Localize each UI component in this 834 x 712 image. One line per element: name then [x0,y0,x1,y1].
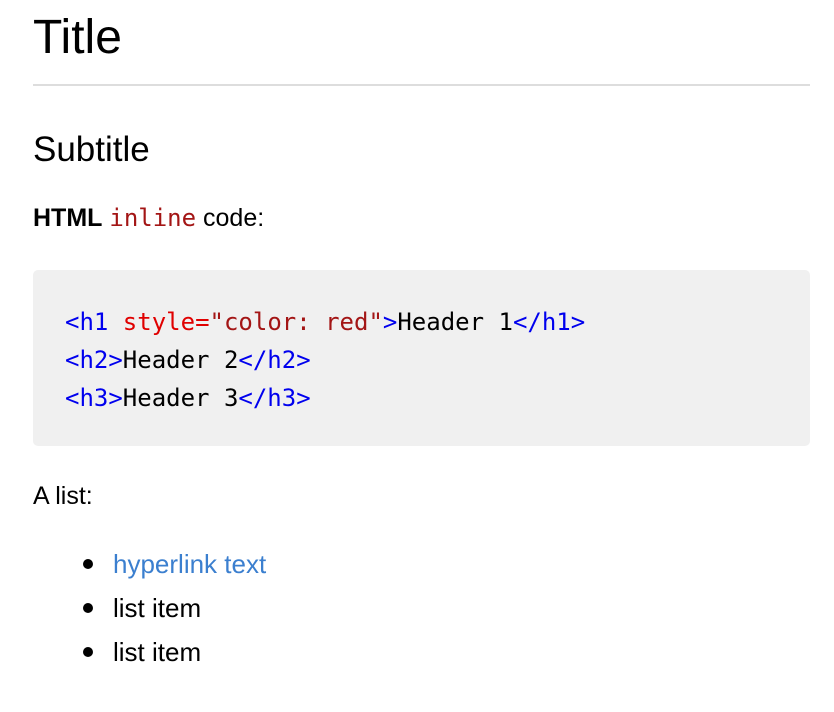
code-line-3: <h3>Header 3</h3> [65,379,778,417]
code-attr-name: style [108,308,196,336]
document: Title Subtitle HTML inline code: <h1 sty… [33,0,810,674]
inline-code: inline [109,204,197,232]
list-item: list item [33,586,810,630]
code-equals: = [195,308,210,336]
intro-text: code: [196,204,265,232]
code-text: Header 1 [397,308,513,336]
intro-paragraph: HTML inline code: [33,202,810,234]
list-item: hyperlink text [33,542,810,586]
code-tag: <h2> [65,346,123,374]
code-tag: </h2> [238,346,311,374]
bullet-icon [83,603,93,613]
code-tag: </h1> [512,308,586,336]
bullet-icon [83,559,93,569]
page-title: Title [33,11,122,64]
code-block: <h1 style="color: red">Header 1</h1> <h2>… [33,270,810,446]
hyperlink[interactable]: hyperlink text [113,549,266,579]
bullet-list: hyperlink text list item list item [33,542,810,674]
code-tag: > [382,308,398,336]
code-text: Header 3 [122,384,239,412]
page-subtitle: Subtitle [33,130,150,169]
code-line-1: <h1 style="color: red">Header 1</h1> [65,303,778,341]
code-tag: </h3> [238,384,311,412]
list-item-text: list item [113,593,202,623]
code-text: Header 2 [122,346,239,374]
list-intro: A list: [33,482,93,510]
code-tag: <h3> [65,384,123,412]
bullet-icon [83,647,93,657]
list-item-text: list item [113,637,202,667]
intro-bold-text: HTML [33,204,103,232]
list-item: list item [33,630,810,674]
code-line-2: <h2>Header 2</h2> [65,341,778,379]
title-divider [33,84,810,86]
code-tag: <h1 [65,308,109,336]
code-attr-value: "color: red" [209,308,383,336]
